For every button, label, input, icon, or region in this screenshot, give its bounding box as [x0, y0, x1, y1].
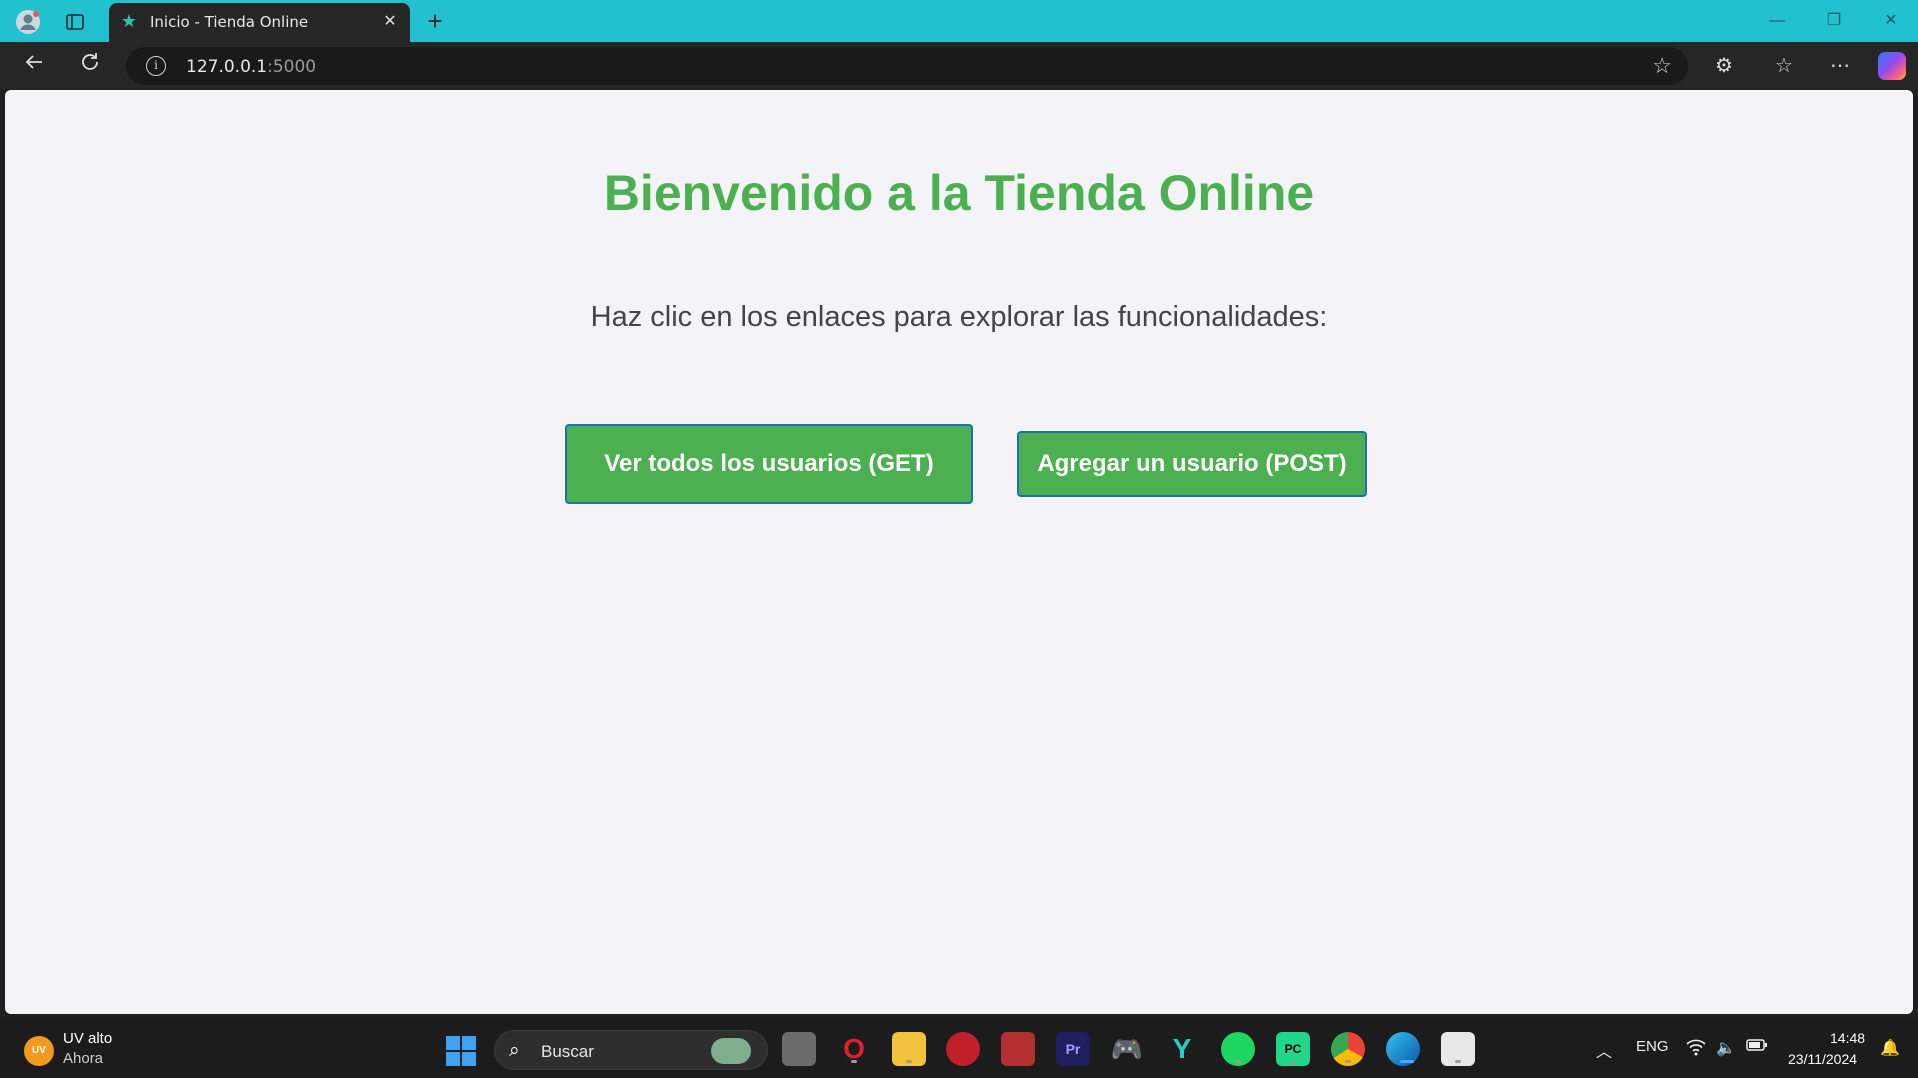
show-hidden-icons[interactable]: ︿: [1596, 1038, 1612, 1062]
game-app-icon[interactable]: [1001, 1032, 1035, 1066]
running-indicator: [1400, 1060, 1414, 1063]
profile-icon[interactable]: [13, 7, 43, 37]
close-window-icon[interactable]: ✕: [1876, 8, 1906, 34]
notifications-icon[interactable]: 🔔: [1880, 1038, 1900, 1058]
page-title: Bienvenido a la Tienda Online: [603, 165, 1315, 221]
back-icon[interactable]: [18, 50, 50, 82]
browser-tab[interactable]: ★ Inicio - Tienda Online ✕: [109, 3, 410, 42]
pycharm-icon[interactable]: PC: [1276, 1032, 1310, 1066]
start-tile: [462, 1036, 476, 1050]
url-host: 127.0.0.1: [186, 57, 268, 77]
more-menu-icon[interactable]: ⋯: [1824, 50, 1856, 82]
wifi-icon[interactable]: [1686, 1038, 1706, 1061]
clock-date[interactable]: 23/11/2024: [1788, 1051, 1857, 1067]
running-indicator: [1290, 1060, 1296, 1063]
extensions-icon[interactable]: ⚙: [1708, 50, 1740, 82]
running-indicator: [906, 1060, 912, 1063]
tab-title: Inicio - Tienda Online: [150, 13, 309, 31]
running-indicator: [851, 1060, 857, 1063]
new-tab-icon[interactable]: +: [420, 6, 450, 36]
refresh-icon[interactable]: [74, 50, 106, 82]
spotify-icon[interactable]: [1221, 1032, 1255, 1066]
battery-icon[interactable]: [1746, 1038, 1768, 1057]
url-port: :5000: [267, 57, 317, 77]
tool-app-icon[interactable]: [1441, 1032, 1475, 1066]
start-tile: [462, 1052, 476, 1066]
taskbar: UV UV alto Ahora ⌕ Buscar O Pr 🎮 Y PC ︿ …: [0, 1018, 1918, 1078]
game-controller-icon[interactable]: 🎮: [1110, 1032, 1144, 1066]
copilot-icon[interactable]: [1878, 52, 1906, 80]
browser-title-bar: ★ Inicio - Tienda Online ✕ + — ❐ ✕: [0, 0, 1918, 42]
running-indicator: [1345, 1060, 1351, 1063]
tab-actions-icon[interactable]: [60, 7, 90, 37]
file-explorer-icon[interactable]: [892, 1032, 926, 1066]
red-app-icon[interactable]: [946, 1032, 980, 1066]
view-users-button[interactable]: Ver todos los usuarios (GET): [565, 424, 973, 504]
volume-icon[interactable]: 🔈: [1716, 1038, 1736, 1058]
page-viewport: Bienvenido a la Tienda Online Haz clic e…: [5, 90, 1913, 1014]
weather-subtitle: Ahora: [63, 1050, 104, 1067]
start-tile: [446, 1036, 460, 1050]
url-text[interactable]: 127.0.0.1:5000: [186, 57, 316, 77]
taskbar-search[interactable]: ⌕ Buscar: [494, 1030, 768, 1070]
page-subtitle: Haz clic en los enlaces para explorar la…: [590, 301, 1328, 333]
close-tab-icon[interactable]: ✕: [378, 10, 402, 34]
address-bar[interactable]: i 127.0.0.1:5000 ☆: [126, 47, 1688, 85]
weather-title[interactable]: UV alto: [63, 1030, 112, 1047]
favorite-star-icon[interactable]: ☆: [1652, 53, 1672, 79]
start-button[interactable]: [446, 1036, 476, 1066]
favorites-icon[interactable]: ☆: [1768, 50, 1800, 82]
language-indicator[interactable]: ENG: [1636, 1038, 1669, 1055]
running-indicator: [1455, 1060, 1461, 1063]
task-view-icon[interactable]: [782, 1032, 816, 1066]
restore-icon[interactable]: ❐: [1819, 8, 1849, 34]
star-favicon-icon: ★: [120, 11, 138, 31]
premiere-pro-icon[interactable]: Pr: [1056, 1032, 1090, 1066]
site-info-icon[interactable]: i: [146, 56, 166, 76]
y-app-icon[interactable]: Y: [1165, 1032, 1199, 1066]
minimize-icon[interactable]: —: [1762, 8, 1792, 34]
running-indicator: [1235, 1060, 1241, 1063]
start-tile: [446, 1052, 460, 1066]
uv-weather-icon[interactable]: UV: [24, 1036, 54, 1066]
search-placeholder: Buscar: [541, 1042, 594, 1061]
add-user-button[interactable]: Agregar un usuario (POST): [1017, 431, 1367, 497]
chrome-icon[interactable]: [1331, 1032, 1365, 1066]
opera-icon[interactable]: O: [837, 1032, 871, 1066]
clock-time[interactable]: 14:48: [1830, 1030, 1865, 1046]
edge-icon[interactable]: [1386, 1032, 1420, 1066]
search-icon: ⌕: [509, 1040, 520, 1061]
browser-toolbar: i 127.0.0.1:5000 ☆ ⚙ ☆ ⋯: [0, 42, 1918, 90]
search-highlight-image: [711, 1038, 751, 1064]
